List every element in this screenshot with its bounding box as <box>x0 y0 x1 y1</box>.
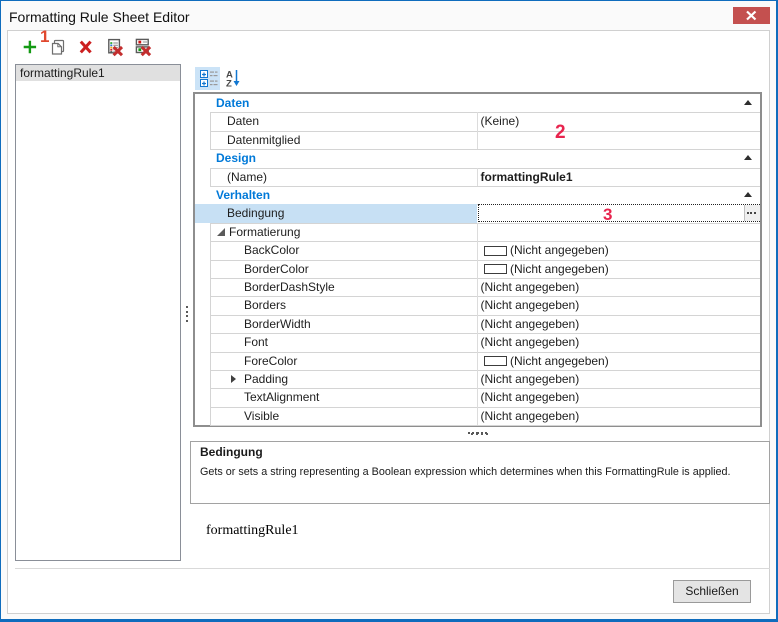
svg-text:Z: Z <box>226 79 232 90</box>
